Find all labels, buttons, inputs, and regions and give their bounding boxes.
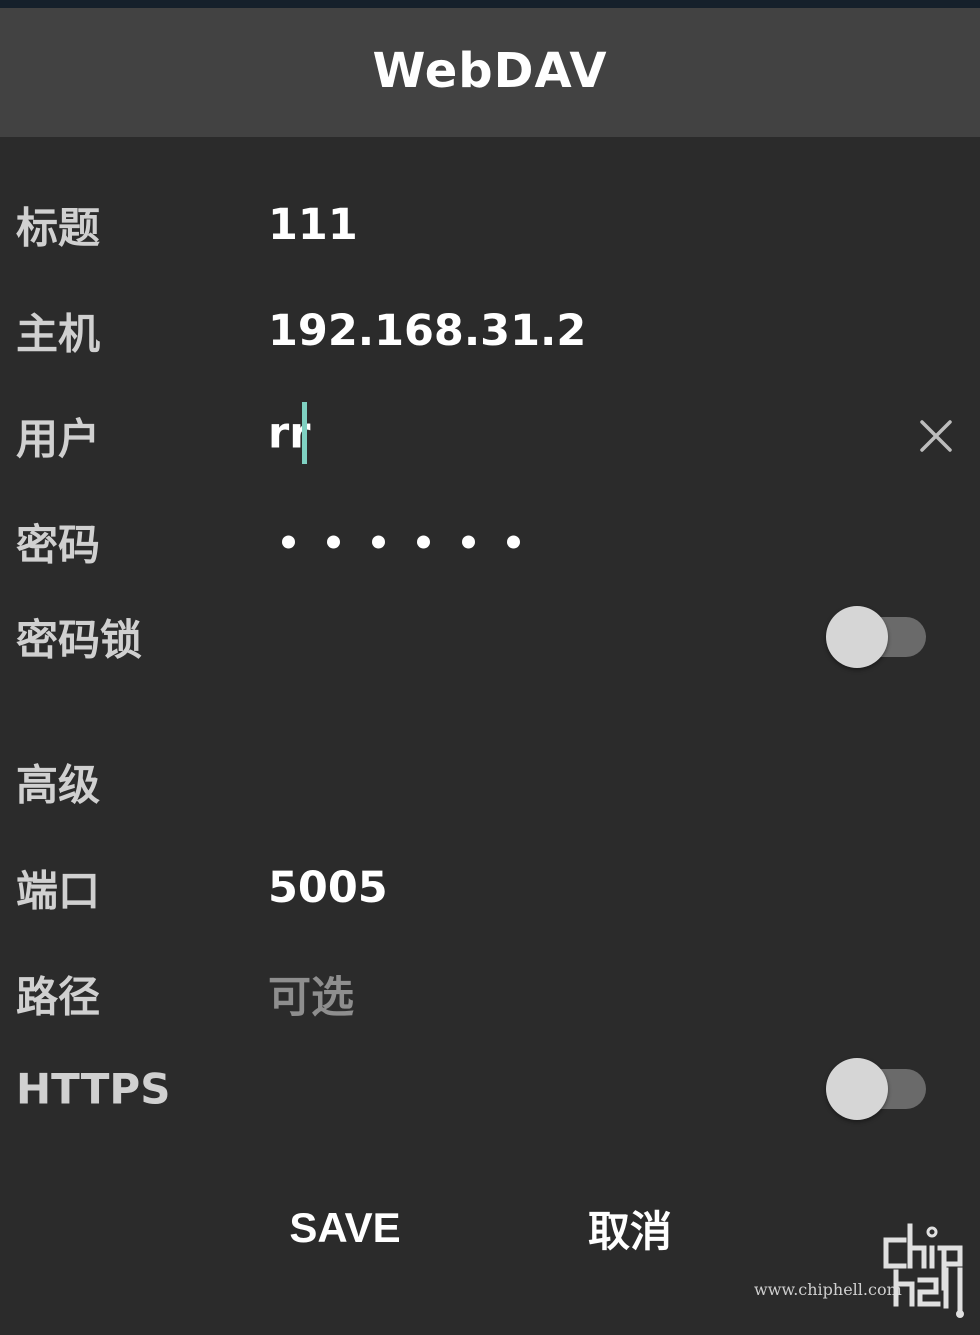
cancel-button[interactable]: 取消 [560, 1190, 700, 1266]
https-row: HTTPS [0, 1049, 980, 1129]
title-label: 标题 [16, 203, 101, 253]
text-caret [302, 402, 308, 464]
host-label: 主机 [16, 309, 101, 359]
watermark-site-text: www.chiphell.com [754, 1280, 902, 1299]
password-mask-dot [372, 535, 385, 549]
password-row: 密码 [0, 502, 980, 582]
password-mask-dot [282, 535, 295, 549]
dialog-title: WebDAV [372, 42, 608, 99]
path-label: 路径 [16, 972, 101, 1022]
chiphell-logo-icon [883, 1223, 964, 1318]
password-input[interactable] [282, 535, 520, 549]
host-input[interactable]: 192.168.31.2 [268, 306, 586, 356]
toggle-thumb [826, 1058, 888, 1120]
host-row: 主机 192.168.31.2 [0, 291, 980, 371]
port-input[interactable]: 5005 [268, 863, 388, 913]
watermark: www.chiphell.com [752, 1210, 974, 1325]
title-row: 标题 111 [0, 185, 980, 265]
password-mask-dot [327, 535, 340, 549]
user-label: 用户 [16, 414, 101, 464]
password-lock-row: 密码锁 [0, 597, 980, 677]
password-label: 密码 [16, 520, 101, 570]
port-label: 端口 [16, 866, 101, 916]
password-mask-dot [507, 535, 520, 549]
close-icon [920, 420, 952, 452]
password-mask-dot [417, 535, 430, 549]
toggle-thumb [826, 606, 888, 668]
webdav-dialog: WebDAV 标题 111 主机 192.168.31.2 用户 rr 密码 密… [0, 0, 980, 1335]
password-lock-toggle[interactable] [826, 606, 926, 668]
title-input[interactable]: 111 [268, 200, 358, 250]
status-strip [0, 0, 980, 8]
password-mask-dot [462, 535, 475, 549]
save-button[interactable]: SAVE [270, 1190, 420, 1266]
dialog-titlebar: WebDAV [0, 8, 980, 137]
advanced-section-heading: 高级 [16, 760, 101, 810]
https-label: HTTPS [16, 1064, 171, 1114]
clear-user-button[interactable] [918, 418, 954, 454]
path-row: 路径 可选 [0, 954, 980, 1034]
user-input[interactable]: rr [268, 402, 310, 467]
user-row: 用户 rr [0, 396, 980, 476]
https-toggle[interactable] [826, 1058, 926, 1120]
port-row: 端口 5005 [0, 848, 980, 928]
password-lock-label: 密码锁 [16, 615, 143, 665]
advanced-row: 高级 [0, 742, 980, 822]
path-input[interactable]: 可选 [268, 963, 354, 1025]
